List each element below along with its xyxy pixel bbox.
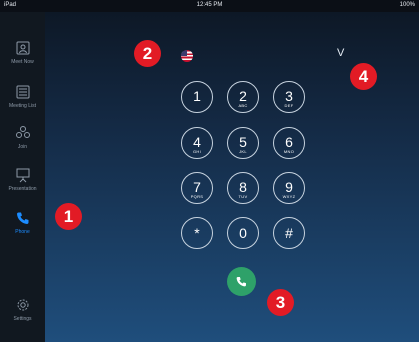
key-digit: 5 [239, 134, 247, 150]
sidebar-item-presentation[interactable]: Presentation [0, 167, 45, 192]
key-digit: 4 [193, 134, 201, 150]
key-digit: * [194, 225, 200, 241]
key-letters: GHI [192, 149, 201, 154]
key-letters: JKL [239, 149, 247, 154]
key-digit: 7 [193, 179, 201, 195]
key-letters: WXYZ [282, 194, 296, 199]
key-hash[interactable]: # [273, 217, 305, 249]
key-digit: 3 [285, 88, 293, 104]
call-button[interactable] [227, 267, 256, 296]
meet-now-icon [16, 41, 29, 55]
key-7[interactable]: 7 PQRS [181, 172, 213, 204]
sidebar-item-join[interactable]: Join [0, 125, 45, 150]
phone-icon [236, 277, 246, 287]
key-letters: ABC [238, 103, 248, 108]
sidebar-item-label: Phone [15, 229, 30, 235]
key-1[interactable]: 1 [181, 81, 213, 113]
key-digit: 9 [285, 179, 293, 195]
status-bar: iPad 12:45 PM 100% [0, 0, 419, 12]
dial-input[interactable]: V [337, 47, 344, 59]
meeting-list-icon [16, 85, 29, 99]
annotation-badge-3: 3 [267, 289, 294, 316]
annotation-badge-1: 1 [55, 203, 82, 230]
sidebar-item-phone[interactable]: Phone [0, 210, 45, 235]
key-digit: 2 [239, 88, 247, 104]
key-3[interactable]: 3 DEF [273, 81, 305, 113]
sidebar-item-meeting-list[interactable]: Meeting List [0, 84, 45, 109]
sidebar-item-label: Meeting List [9, 103, 36, 109]
key-digit: 8 [239, 179, 247, 195]
sidebar: Meet Now Meeting List Join Presentation … [0, 12, 45, 342]
key-digit: 0 [239, 225, 247, 241]
key-4[interactable]: 4 GHI [181, 127, 213, 159]
presentation-icon [16, 168, 29, 183]
settings-icon [17, 299, 28, 311]
clock: 12:45 PM [196, 2, 223, 8]
key-8[interactable]: 8 TUV [227, 172, 259, 204]
join-icon [15, 126, 30, 138]
sidebar-item-label: Join [17, 144, 28, 150]
us-flag-icon[interactable] [181, 50, 193, 62]
key-digit: # [285, 225, 293, 241]
key-star[interactable]: * [181, 217, 213, 249]
key-digit: 6 [285, 134, 293, 150]
key-letters: DEF [284, 103, 294, 108]
sidebar-item-meet-now[interactable]: Meet Now [0, 40, 45, 65]
key-2[interactable]: 2 ABC [227, 81, 259, 113]
sidebar-item-label: Presentation [8, 186, 37, 192]
app-window: iPad 12:45 PM 100% Meet Now Meeting List [0, 0, 419, 342]
annotation-badge-2: 2 [134, 40, 161, 67]
phone-icon [16, 212, 28, 224]
sidebar-item-settings[interactable]: Settings [0, 297, 45, 322]
key-digit: 1 [193, 88, 201, 104]
key-0[interactable]: 0 [227, 217, 259, 249]
key-letters: MNO [283, 149, 295, 154]
key-6[interactable]: 6 MNO [273, 127, 305, 159]
annotation-badge-4: 4 [350, 63, 377, 90]
key-5[interactable]: 5 JKL [227, 127, 259, 159]
key-letters: TUV [238, 194, 248, 199]
sidebar-item-label: Settings [13, 316, 32, 322]
sidebar-item-label: Meet Now [11, 59, 34, 65]
key-9[interactable]: 9 WXYZ [273, 172, 305, 204]
key-letters: PQRS [190, 194, 204, 199]
battery-label: 100% [399, 2, 415, 8]
